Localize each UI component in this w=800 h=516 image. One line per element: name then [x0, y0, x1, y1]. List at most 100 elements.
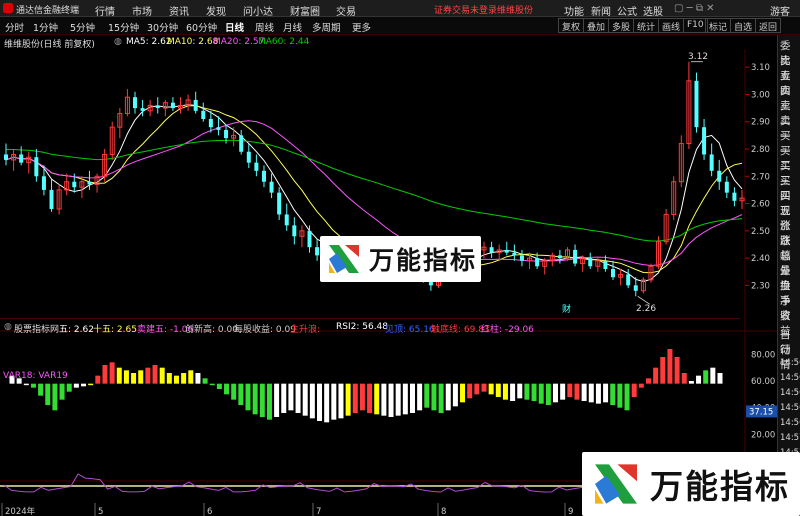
grid-lines — [0, 49, 777, 516]
collapse-icon[interactable]: ◍ — [4, 322, 12, 332]
indicator-bar — [295, 383, 301, 413]
indicator-bar — [545, 383, 551, 405]
candle-body — [603, 260, 608, 269]
indicator-bar — [417, 383, 423, 411]
candle-body — [512, 252, 517, 256]
back-button[interactable]: 返回 — [755, 18, 782, 33]
candle-body — [193, 99, 198, 111]
candle-body — [724, 181, 729, 193]
login-notice[interactable]: 证券交易未登录 — [434, 3, 497, 16]
menu-item-formula[interactable]: 公式 — [617, 3, 637, 18]
f10-button[interactable]: F10 — [683, 18, 708, 33]
candle-body — [49, 189, 54, 209]
menu-item-guest[interactable]: 游客 — [770, 3, 790, 18]
candle-body — [573, 249, 578, 264]
overlay-button[interactable]: 叠加 — [583, 18, 610, 33]
indicator-bar — [123, 370, 129, 384]
indicator-bar — [159, 367, 165, 384]
period-5min[interactable]: 5分钟 — [70, 20, 95, 34]
menu-item-function[interactable]: 功能 — [564, 3, 584, 18]
indicator-bar — [595, 383, 601, 404]
menu-item-market[interactable]: 市场 — [132, 3, 152, 18]
period-more[interactable]: 更多 — [352, 20, 371, 34]
draw-line-button[interactable]: 画线 — [658, 18, 685, 33]
menu-item-quotes[interactable]: 行情 — [95, 3, 115, 18]
watermark-text: 万能指标 — [369, 246, 478, 275]
candle-body — [702, 127, 707, 155]
indicator-bar — [345, 383, 351, 416]
menu-item-discover[interactable]: 发现 — [206, 3, 226, 18]
date-tick-label: 5 — [98, 507, 103, 516]
period-15min[interactable]: 15分钟 — [108, 20, 139, 34]
ma5-value: MA5: 2.62 — [126, 37, 172, 47]
indicator-title[interactable]: 股票指标网 — [14, 322, 59, 335]
indicator-bar — [331, 383, 337, 420]
indicator-bar — [510, 383, 516, 401]
window-controls[interactable]: ▢ ─ ⧉ ✕ — [674, 3, 715, 14]
indicator-bar — [624, 383, 630, 411]
candle-body — [489, 247, 494, 253]
indicator-bar — [388, 383, 394, 417]
settings-icon[interactable]: ◍ — [114, 37, 122, 47]
period-30min[interactable]: 30分钟 — [147, 20, 178, 34]
ma10-value: MA10: 2.68 — [167, 37, 219, 47]
app-logo-icon — [3, 3, 13, 13]
menu-item-newsfeed[interactable]: 新闻 — [591, 3, 611, 18]
period-1min[interactable]: 1分钟 — [33, 20, 58, 34]
price-tick-label: 2.60 — [751, 200, 770, 210]
indicator-bar — [474, 383, 480, 395]
indicator-bar — [660, 357, 666, 384]
indicator-bar — [717, 373, 723, 384]
indicator-bar — [52, 383, 58, 411]
candle-body — [535, 258, 540, 267]
candle-body — [504, 249, 509, 253]
candle-body — [4, 154, 8, 160]
period-monthly[interactable]: 月线 — [283, 20, 302, 34]
indicator-tick-label: 20.00 — [751, 430, 775, 440]
red-line-value: 红柱: -29.06 — [481, 325, 534, 335]
indicator-bar — [488, 383, 494, 395]
peak-value: 见顶: 65.16 — [385, 325, 435, 335]
indicator-bar — [274, 383, 280, 417]
indicator-bar — [238, 383, 244, 405]
watchlist-button[interactable]: 自选 — [730, 18, 757, 33]
menu-item-wealth[interactable]: 财富圈 — [290, 3, 320, 18]
statistics-button[interactable]: 统计 — [633, 18, 660, 33]
menu-item-news[interactable]: 资讯 — [169, 3, 189, 18]
adjust-button[interactable]: 复权 — [558, 18, 585, 33]
indicator-bar — [538, 383, 544, 404]
period-timeshare[interactable]: 分时 — [5, 20, 24, 34]
price-tick-label: 2.70 — [751, 172, 770, 182]
indicator-bar — [502, 383, 508, 400]
date-tick-label: 2024年 — [5, 506, 36, 516]
indicator-bar — [431, 383, 437, 411]
indicator-bar — [581, 383, 587, 401]
menu-item-pick[interactable]: 选股 — [643, 3, 663, 18]
indicator-bar — [460, 383, 466, 403]
ma20-value: MA20: 2.57 — [213, 37, 265, 47]
mark-button[interactable]: 标记 — [705, 18, 732, 33]
indicator-bar — [209, 383, 215, 386]
period-60min[interactable]: 60分钟 — [186, 20, 217, 34]
indicator-bar — [131, 373, 137, 384]
indicator-header: ◍ 股票指标网 五: 2.62 十五: 2.65 卖建五: -1.06 创新高:… — [0, 318, 740, 335]
candle-body — [284, 214, 289, 226]
ma60-line — [5, 139, 743, 242]
candle-body — [717, 170, 722, 182]
indicator-bar — [610, 383, 616, 405]
multi-stock-button[interactable]: 多股 — [608, 18, 635, 33]
indicator-bar — [710, 367, 716, 384]
candle-body — [269, 181, 274, 193]
period-weekly[interactable]: 周线 — [255, 20, 274, 34]
menu-item-assistant[interactable]: 问小达 — [243, 3, 273, 18]
stock-link[interactable]: 维维股份 — [497, 3, 533, 16]
date-tick-label: 7 — [316, 507, 321, 516]
period-daily[interactable]: 日线 — [225, 20, 244, 34]
candle-body — [626, 274, 631, 286]
indicator-bar — [645, 378, 651, 384]
kline-chart[interactable]: 3.10 3.00 2.90 2.80 2.70 2.60 2.50 2.40 2.30 3.1… — [0, 49, 777, 516]
indicator-bar — [467, 383, 473, 399]
period-multi[interactable]: 多周期 — [312, 20, 341, 34]
menu-item-trade[interactable]: 交易 — [336, 3, 356, 18]
indicator-bar — [88, 383, 94, 386]
